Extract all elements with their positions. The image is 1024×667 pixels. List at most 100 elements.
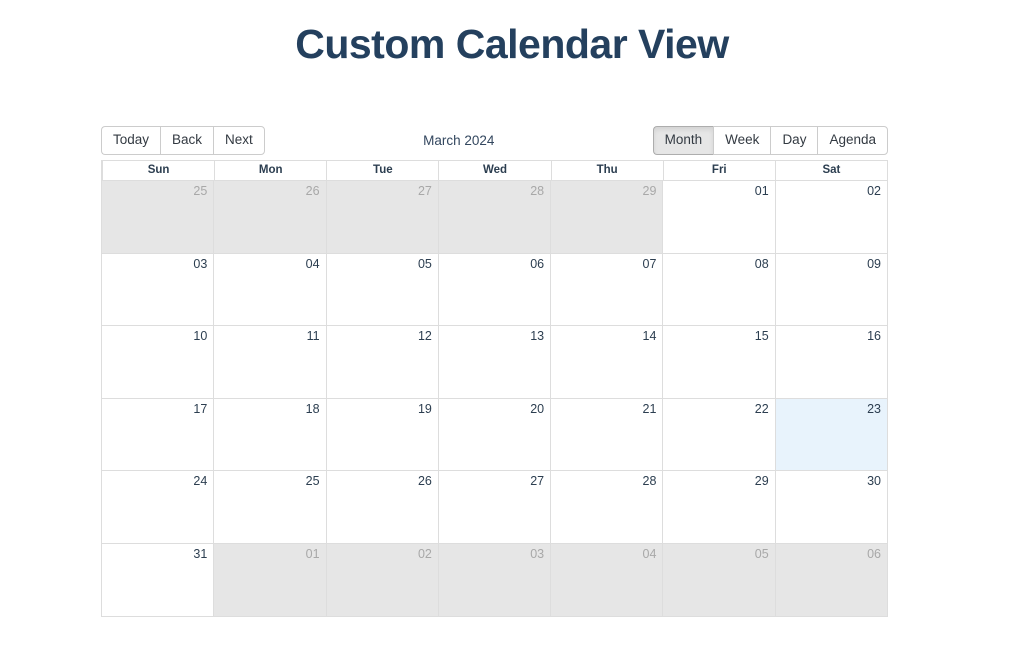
day-cell[interactable]: 27	[437, 471, 551, 543]
day-cell-today[interactable]: 23	[774, 398, 887, 470]
weekday-header-row: Sun Mon Tue Wed Thu Fri Sat	[102, 160, 887, 181]
week-row: 03 04 05 06 07 08 09	[102, 253, 887, 326]
day-number: 05	[754, 546, 769, 561]
day-number: 04	[305, 256, 320, 271]
day-cell[interactable]: 22	[662, 398, 775, 470]
day-number: 30	[867, 474, 881, 488]
day-cell[interactable]: 14	[550, 326, 663, 398]
day-number: 04	[642, 546, 657, 561]
day-number: 05	[417, 256, 432, 271]
day-cell[interactable]: 07	[550, 253, 663, 325]
view-day-button[interactable]: Day	[770, 125, 818, 156]
day-cell[interactable]: 20	[437, 398, 551, 470]
page-title: Custom Calendar View	[295, 21, 729, 67]
week-row: 10 11 12 13 14 15 16	[102, 326, 887, 399]
day-cell[interactable]: 10	[102, 326, 214, 398]
day-number: 22	[754, 401, 769, 416]
day-cell[interactable]: 26	[325, 471, 438, 543]
back-button[interactable]: Back	[160, 125, 214, 156]
day-cell[interactable]: 31	[102, 543, 214, 616]
day-number: 15	[754, 329, 769, 343]
day-cell[interactable]: 09	[774, 253, 887, 325]
day-cell[interactable]: 16	[774, 326, 887, 398]
day-cell[interactable]: 06	[774, 543, 887, 616]
day-cell[interactable]: 26	[213, 181, 326, 253]
day-number: 01	[754, 184, 769, 198]
day-number: 07	[642, 256, 657, 271]
weekday-header-mon: Mon	[214, 160, 327, 180]
day-cell[interactable]: 17	[102, 398, 214, 470]
day-cell[interactable]: 05	[325, 253, 438, 325]
calendar-toolbar: Today Back Next March 2024 Month Week Day Age…	[101, 125, 888, 156]
day-cell[interactable]: 01	[213, 543, 326, 616]
day-cell[interactable]: 30	[774, 471, 887, 543]
day-cell[interactable]: 12	[325, 326, 438, 398]
month-view: Sun Mon Tue Wed Thu Fri Sat 25 26 27 28 29 01 02 03 04…	[101, 160, 888, 617]
next-button[interactable]: Next	[213, 125, 265, 156]
day-cell[interactable]: 18	[213, 398, 326, 470]
view-switcher-button-group: Month Week Day Agenda	[652, 125, 888, 156]
day-cell[interactable]: 04	[213, 253, 326, 325]
view-week-button[interactable]: Week	[713, 125, 771, 156]
day-cell[interactable]: 29	[550, 181, 663, 253]
day-number: 28	[530, 184, 545, 198]
week-row: 17 18 19 20 21 22 23	[102, 398, 887, 471]
day-number: 06	[867, 546, 881, 561]
weekday-header-sat: Sat	[774, 160, 887, 180]
day-number: 26	[417, 474, 432, 488]
day-cell[interactable]: 06	[437, 253, 551, 325]
day-number: 14	[642, 329, 657, 343]
day-cell[interactable]: 21	[550, 398, 663, 470]
day-number: 08	[754, 256, 769, 271]
day-cell[interactable]: 28	[437, 181, 551, 253]
day-cell[interactable]: 25	[102, 181, 214, 253]
day-number: 29	[642, 184, 657, 198]
day-cell[interactable]: 28	[550, 471, 663, 543]
day-number: 02	[417, 546, 432, 561]
day-number: 19	[417, 401, 432, 416]
day-number: 20	[530, 401, 545, 416]
day-cell[interactable]: 15	[662, 326, 775, 398]
today-button[interactable]: Today	[101, 125, 161, 156]
day-cell[interactable]: 05	[662, 543, 775, 616]
weekday-header-tue: Tue	[326, 160, 439, 180]
day-cell[interactable]: 03	[437, 543, 551, 616]
day-number: 28	[642, 474, 657, 488]
day-number: 24	[193, 474, 208, 488]
day-cell[interactable]: 02	[325, 543, 438, 616]
day-number: 31	[193, 546, 208, 561]
day-cell[interactable]: 13	[437, 326, 551, 398]
view-month-button[interactable]: Month	[652, 125, 714, 156]
day-number: 16	[867, 329, 881, 343]
day-number: 25	[193, 184, 208, 198]
week-row: 24 25 26 27 28 29 30	[102, 471, 887, 544]
day-cell[interactable]: 19	[325, 398, 438, 470]
day-cell[interactable]: 27	[325, 181, 438, 253]
day-cell[interactable]: 11	[213, 326, 326, 398]
day-number: 26	[305, 184, 320, 198]
day-number: 27	[417, 184, 432, 198]
day-number: 21	[642, 401, 657, 416]
day-cell[interactable]: 03	[102, 253, 214, 325]
day-cell[interactable]: 02	[774, 181, 887, 253]
day-number: 06	[530, 256, 545, 271]
day-number: 23	[867, 401, 881, 416]
day-cell[interactable]: 08	[662, 253, 775, 325]
day-cell[interactable]: 01	[662, 181, 775, 253]
weekday-header-wed: Wed	[438, 160, 551, 180]
view-agenda-button[interactable]: Agenda	[817, 125, 888, 156]
day-cell[interactable]: 29	[662, 471, 775, 543]
day-cell[interactable]: 04	[550, 543, 663, 616]
day-number: 27	[530, 474, 545, 488]
day-number: 12	[417, 329, 432, 343]
calendar-container: Today Back Next March 2024 Month Week Day Age…	[101, 125, 888, 617]
day-cell[interactable]: 25	[213, 471, 326, 543]
weekday-header-sun: Sun	[102, 160, 215, 180]
weekday-header-fri: Fri	[662, 160, 775, 180]
day-cell[interactable]: 24	[102, 471, 214, 543]
day-number: 29	[754, 474, 769, 488]
day-number: 18	[305, 401, 320, 416]
day-number: 01	[305, 546, 320, 561]
day-number: 17	[193, 401, 208, 416]
day-number: 09	[867, 256, 881, 271]
